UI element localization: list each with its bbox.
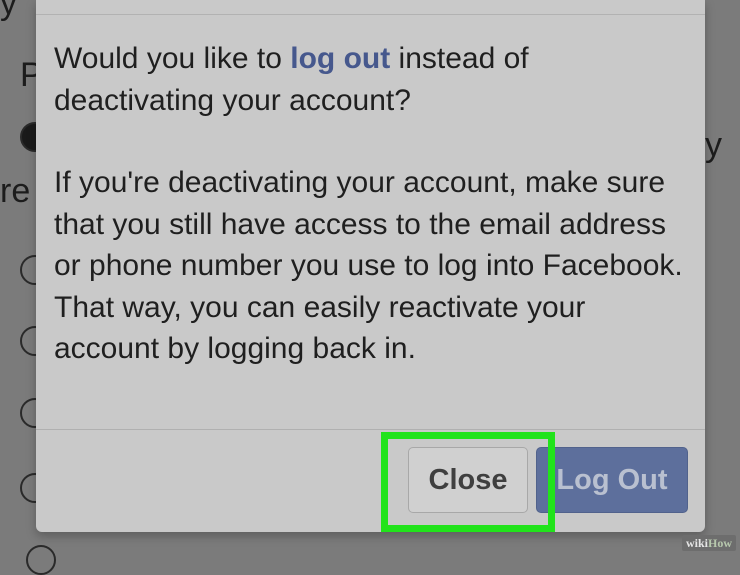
- background-text: re: [0, 172, 31, 210]
- logout-question: Would you like to log out instead of dea…: [54, 38, 694, 121]
- dialog-footer-divider: [36, 429, 705, 430]
- question-prefix: Would you like to: [54, 42, 291, 75]
- log-out-link[interactable]: log out: [290, 42, 390, 75]
- background-text: y: [0, 0, 17, 22]
- background-radio: [26, 545, 56, 575]
- deactivate-dialog: Would you like to log out instead of dea…: [36, 0, 705, 532]
- log-out-button[interactable]: Log Out: [536, 447, 688, 513]
- watermark-how: How: [708, 536, 732, 550]
- background-text: y: [705, 126, 722, 164]
- dialog-top-divider: [36, 14, 705, 15]
- watermark-wiki: wiki: [685, 536, 708, 550]
- deactivation-info: If you're deactivating your account, mak…: [54, 166, 683, 365]
- highlight-box: [381, 432, 555, 532]
- dialog-body: Would you like to log out instead of dea…: [54, 38, 694, 370]
- wikihow-watermark: wikiHow: [681, 535, 736, 551]
